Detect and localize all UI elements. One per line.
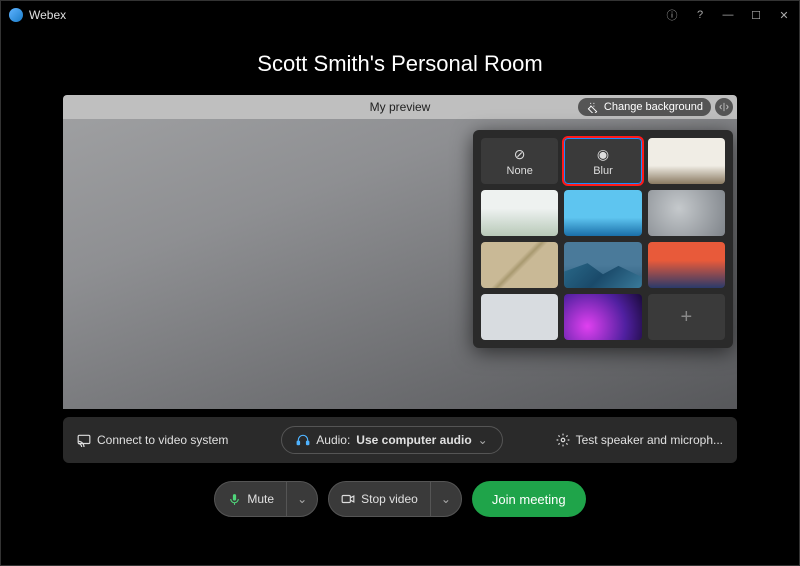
bg-option-mountains[interactable] [564,242,641,288]
blur-icon: ◉ [597,146,609,163]
audio-center: Audio: Use computer audio ⌄ [244,426,539,454]
audio-select-button[interactable]: Audio: Use computer audio ⌄ [281,426,502,454]
bg-option-soft-blur[interactable] [648,190,725,236]
bg-option-blur[interactable]: ◉ Blur [564,138,641,184]
window-controls: ⓘ ? — ☐ ✕ [665,8,791,22]
maximize-button[interactable]: ☐ [749,8,763,22]
mute-label: Mute [247,492,274,506]
connect-video-system-button[interactable]: Connect to video system [77,433,228,447]
bg-option-shadows[interactable] [481,242,558,288]
change-background-button[interactable]: Change background [578,98,711,116]
connect-video-label: Connect to video system [97,433,228,447]
preview-area: My preview Change background ⊘ None [63,95,737,409]
bg-option-beach[interactable] [564,190,641,236]
bg-none-label: None [507,165,533,177]
bg-option-desk[interactable] [481,294,558,340]
app-window: Webex ⓘ ? — ☐ ✕ Scott Smith's Personal R… [0,0,800,566]
background-controls: Change background [578,98,733,116]
preview-header: My preview Change background [63,95,737,119]
bg-option-space[interactable] [564,294,641,340]
test-speaker-label: Test speaker and microph... [576,433,723,447]
bg-option-none[interactable]: ⊘ None [481,138,558,184]
video-options-caret[interactable]: ⌄ [430,482,461,516]
cast-icon [77,433,91,447]
bg-option-sunset[interactable] [648,242,725,288]
join-label: Join meeting [492,492,566,507]
change-background-label: Change background [604,101,703,113]
camera-icon [341,492,355,506]
room-title: Scott Smith's Personal Room [1,29,799,95]
gear-icon [556,433,570,447]
bg-option-living-room[interactable] [648,138,725,184]
close-button[interactable]: ✕ [777,8,791,22]
help-icon[interactable]: ? [693,8,707,22]
webex-logo-icon [9,8,23,22]
call-controls: Mute ⌄ Stop video ⌄ Join meeting [1,463,799,535]
microphone-icon [227,492,241,506]
stop-video-button[interactable]: Stop video ⌄ [328,481,462,517]
join-meeting-button[interactable]: Join meeting [472,481,586,517]
mute-button[interactable]: Mute ⌄ [214,481,318,517]
bg-option-add[interactable]: + [648,294,725,340]
app-title: Webex [29,8,665,22]
titlebar: Webex ⓘ ? — ☐ ✕ [1,1,799,29]
preview-label: My preview [370,100,431,114]
bg-option-patio[interactable] [481,190,558,236]
background-picker: ⊘ None ◉ Blur + [473,130,733,348]
minimize-button[interactable]: — [721,8,735,22]
info-icon[interactable]: ⓘ [665,8,679,22]
chevron-down-icon: ⌄ [478,433,488,447]
audio-label: Audio: [316,433,350,447]
test-speaker-button[interactable]: Test speaker and microph... [556,433,723,447]
options-bar: Connect to video system Audio: Use compu… [63,417,737,463]
headset-icon [296,433,310,447]
stop-video-label: Stop video [361,492,418,506]
mirror-button[interactable] [715,98,733,116]
mute-options-caret[interactable]: ⌄ [286,482,317,516]
none-icon: ⊘ [514,146,526,163]
bg-blur-label: Blur [593,165,613,177]
audio-value: Use computer audio [356,433,471,447]
wand-icon [586,100,600,114]
